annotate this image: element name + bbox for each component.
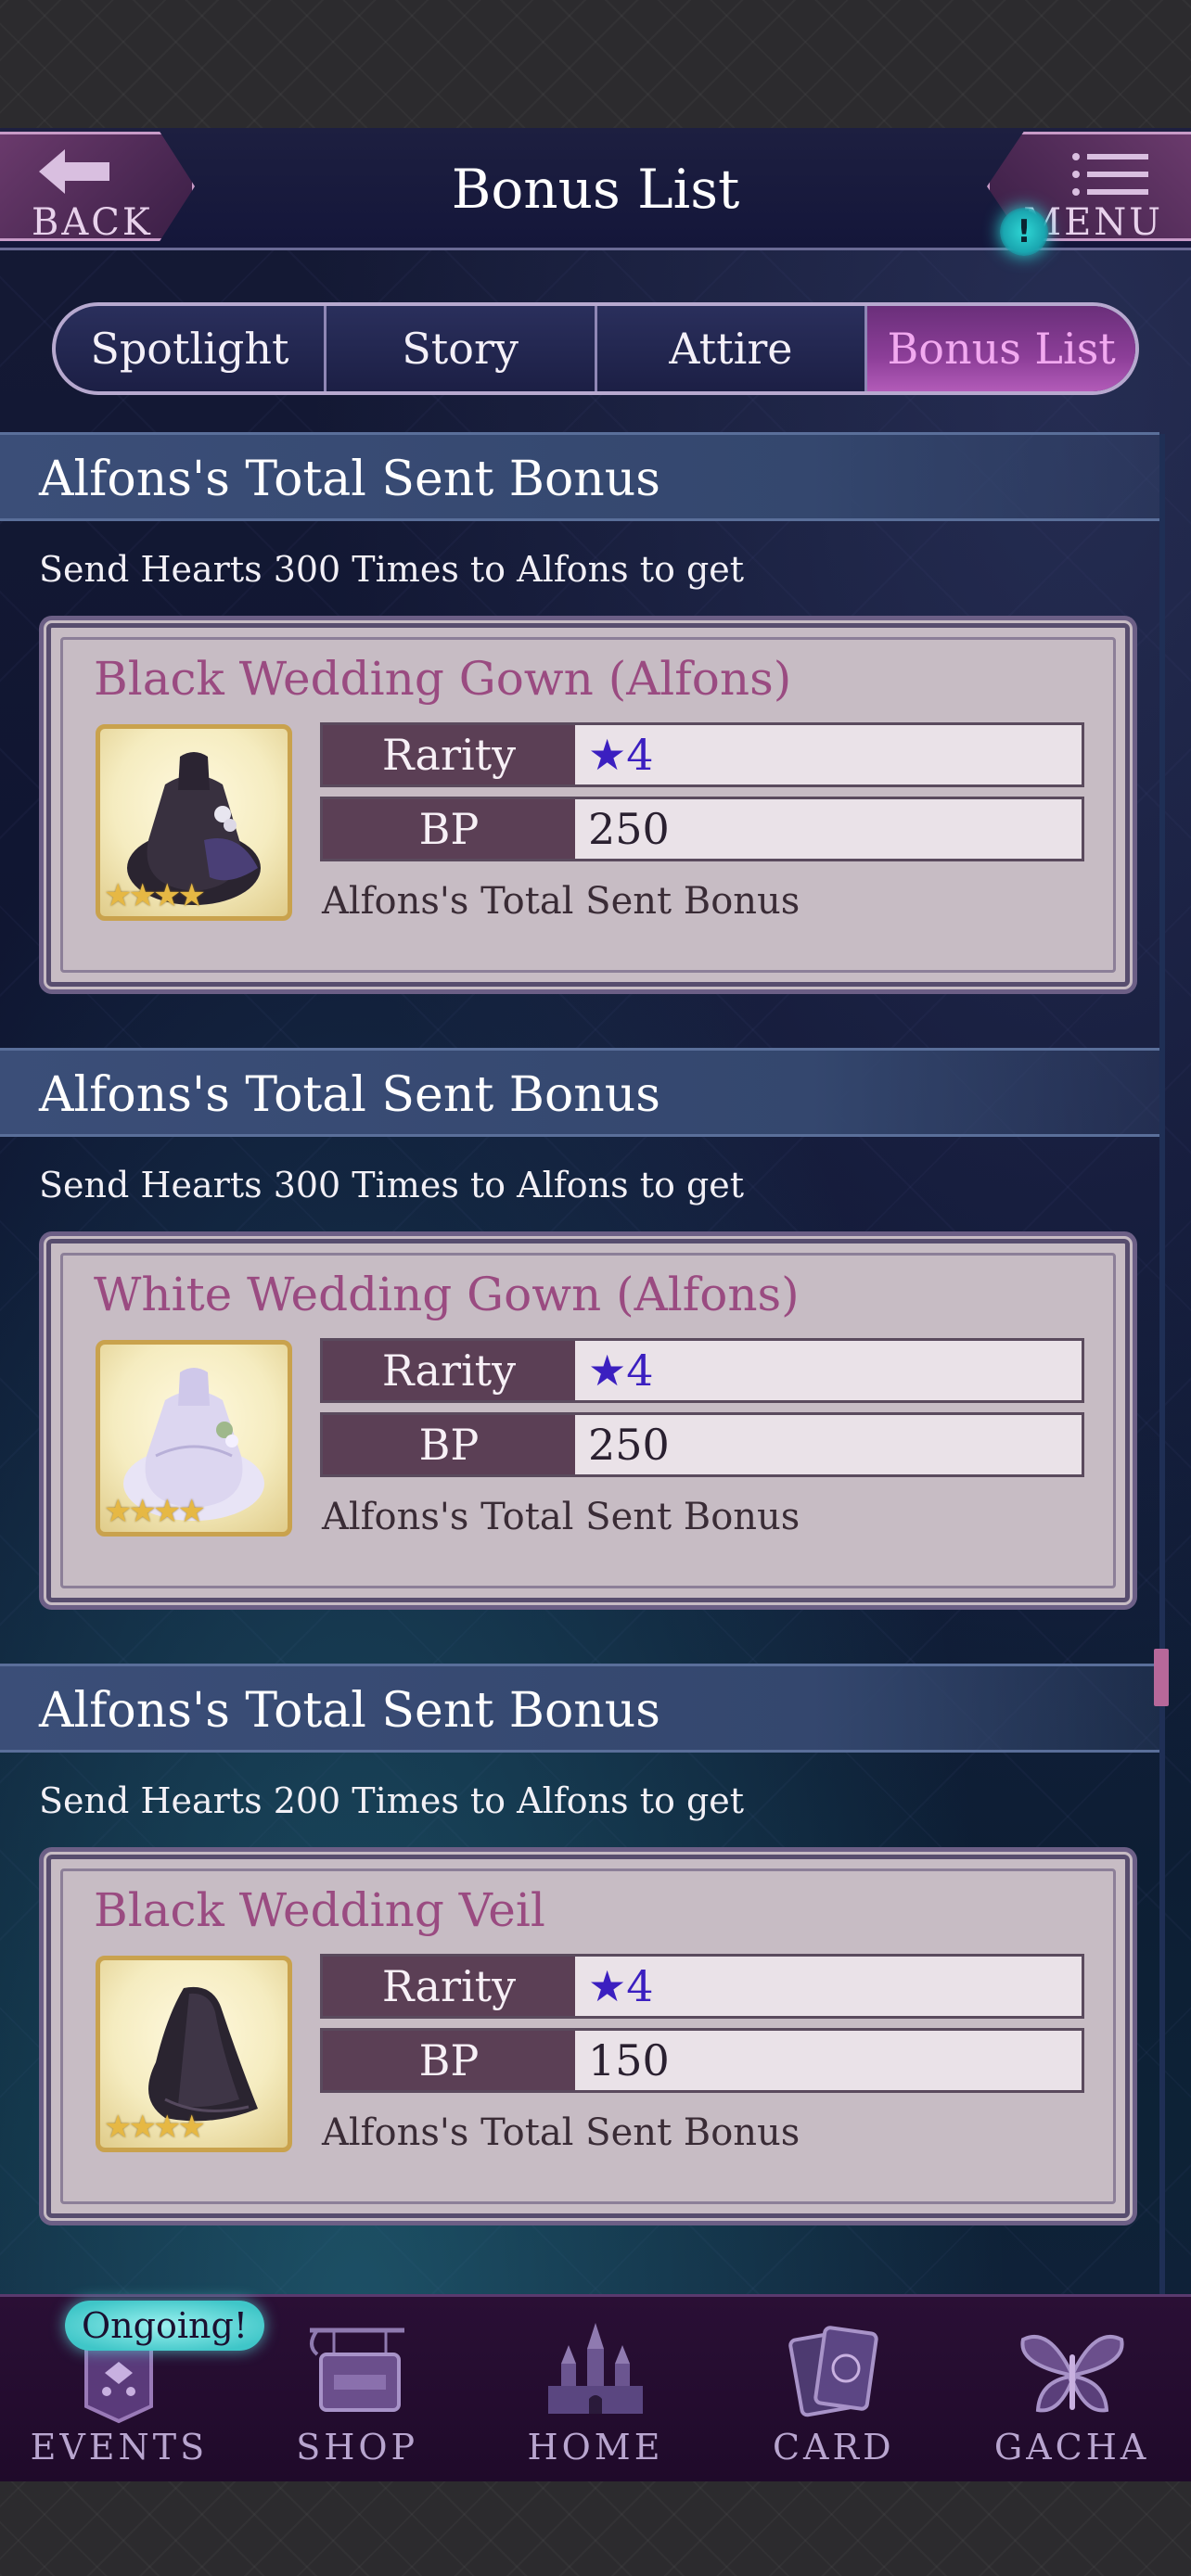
bp-row: BP 250 <box>320 797 1084 861</box>
bonus-section: Alfons's Total Sent Bonus Send Hearts 20… <box>0 1664 1159 2279</box>
nav-label: HOME <box>527 2427 664 2468</box>
section-header: Alfons's Total Sent Bonus <box>0 432 1159 521</box>
section-title: Alfons's Total Sent Bonus <box>39 452 660 507</box>
top-header: BACK Bonus List MENU ! <box>0 128 1191 256</box>
item-name: White Wedding Gown (Alfons) <box>94 1268 800 1321</box>
reward-card[interactable]: Black Wedding Veil ★★★★ Rarity ★4 BP 150 <box>44 1852 1133 2221</box>
rarity-row: Rarity ★4 <box>320 1954 1084 2019</box>
bp-row: BP 250 <box>320 1412 1084 1477</box>
section-header: Alfons's Total Sent Bonus <box>0 1048 1159 1137</box>
rarity-stars: ★★★★ <box>104 2109 206 2146</box>
menu-icon <box>1072 153 1148 196</box>
tab-attire[interactable]: Attire <box>597 306 868 391</box>
bottom-navigation: Ongoing! EVENTS SHOP HOME CARD GACHA <box>0 2294 1191 2481</box>
section-description: Send Hearts 200 Times to Alfons to get <box>39 1780 745 1821</box>
nav-label: EVENTS <box>30 2427 209 2468</box>
nav-label: CARD <box>772 2427 895 2468</box>
nav-label: GACHA <box>993 2427 1150 2468</box>
nav-home[interactable]: HOME <box>477 2297 715 2481</box>
item-thumbnail[interactable]: ★★★★ <box>96 1340 292 1537</box>
rarity-value: ★4 <box>575 1957 1082 2016</box>
app-screen: BACK Bonus List MENU ! Spotlight Story A… <box>0 128 1191 2481</box>
rarity-stars: ★★★★ <box>104 877 206 914</box>
nav-gacha[interactable]: GACHA <box>953 2297 1191 2481</box>
rarity-value: ★4 <box>575 1341 1082 1400</box>
bp-value: 250 <box>575 799 1082 859</box>
rarity-label: Rarity <box>323 1341 575 1400</box>
bonus-section: Alfons's Total Sent Bonus Send Hearts 30… <box>0 1048 1159 1664</box>
section-description: Send Hearts 300 Times to Alfons to get <box>39 549 745 590</box>
tab-bar: Spotlight Story Attire Bonus List <box>52 302 1139 395</box>
bp-value: 150 <box>575 2031 1082 2090</box>
reward-card[interactable]: White Wedding Gown (Alfons) ★★★★ Rarity … <box>44 1236 1133 1605</box>
rarity-value: ★4 <box>575 725 1082 784</box>
rarity-row: Rarity ★4 <box>320 1338 1084 1403</box>
castle-icon <box>547 2323 643 2414</box>
item-name: Black Wedding Gown (Alfons) <box>94 652 792 706</box>
item-name: Black Wedding Veil <box>94 1883 545 1937</box>
section-header: Alfons's Total Sent Bonus <box>0 1664 1159 1753</box>
menu-alert-badge: ! <box>1000 208 1048 256</box>
scrollbar-track[interactable] <box>1159 434 1165 2409</box>
bonus-section: Alfons's Total Sent Bonus Send Hearts 30… <box>0 432 1159 1048</box>
reward-card[interactable]: Black Wedding Gown (Alfons) ★★★★ Rarity … <box>44 620 1133 989</box>
bonus-source-note: Alfons's Total Sent Bonus <box>322 2111 800 2154</box>
status-bar-area <box>0 0 1191 130</box>
bp-label: BP <box>323 799 575 859</box>
nav-card[interactable]: CARD <box>714 2297 953 2481</box>
bonus-source-note: Alfons's Total Sent Bonus <box>322 1496 800 1538</box>
nav-label: SHOP <box>296 2427 419 2468</box>
home-indicator-area <box>0 2481 1191 2576</box>
item-thumbnail[interactable]: ★★★★ <box>96 724 292 921</box>
rarity-stars: ★★★★ <box>104 1493 206 1530</box>
bp-row: BP 150 <box>320 2028 1084 2093</box>
section-title: Alfons's Total Sent Bonus <box>39 1067 660 1123</box>
tab-spotlight[interactable]: Spotlight <box>56 306 327 391</box>
nav-events[interactable]: Ongoing! EVENTS <box>0 2297 265 2481</box>
rarity-label: Rarity <box>323 1957 575 2016</box>
tab-bonus-list[interactable]: Bonus List <box>867 306 1135 391</box>
item-thumbnail[interactable]: ★★★★ <box>96 1956 292 2152</box>
ongoing-badge: Ongoing! <box>65 2301 265 2351</box>
bonus-source-note: Alfons's Total Sent Bonus <box>322 880 800 923</box>
shop-icon <box>310 2327 405 2412</box>
bp-value: 250 <box>575 1415 1082 1474</box>
bonus-list[interactable]: Alfons's Total Sent Bonus Send Hearts 30… <box>0 432 1159 2279</box>
cards-icon <box>788 2326 878 2417</box>
nav-shop[interactable]: SHOP <box>238 2297 477 2481</box>
rarity-label: Rarity <box>323 725 575 784</box>
bp-label: BP <box>323 2031 575 2090</box>
rarity-row: Rarity ★4 <box>320 722 1084 787</box>
bp-label: BP <box>323 1415 575 1474</box>
butterfly-icon <box>1020 2334 1124 2413</box>
section-description: Send Hearts 300 Times to Alfons to get <box>39 1165 745 1205</box>
section-title: Alfons's Total Sent Bonus <box>39 1683 660 1739</box>
scrollbar-thumb[interactable] <box>1154 1649 1169 1706</box>
tab-story[interactable]: Story <box>327 306 597 391</box>
